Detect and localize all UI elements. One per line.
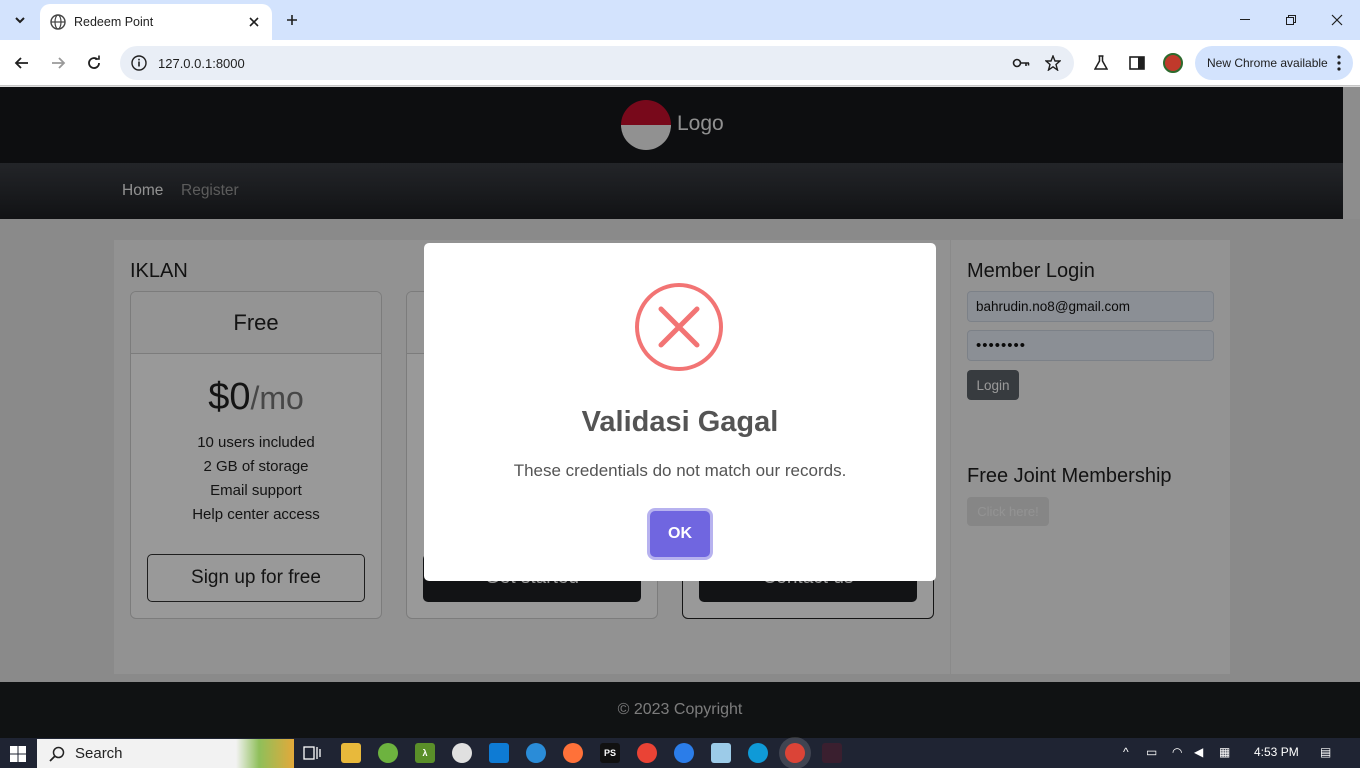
search-icon xyxy=(49,746,65,762)
notepad-icon[interactable] xyxy=(711,743,731,763)
edge-icon[interactable] xyxy=(748,743,768,763)
error-x-icon xyxy=(635,283,723,371)
dialog-title: Validasi Gagal xyxy=(581,406,779,438)
browser-toolbar: 127.0.0.1:8000 xyxy=(0,40,1360,86)
laragon-icon[interactable] xyxy=(822,743,842,763)
kebab-menu-icon[interactable] xyxy=(1337,55,1341,71)
lambda-app-icon[interactable]: λ xyxy=(415,743,435,763)
keyboard-icon[interactable]: ▦ xyxy=(1219,745,1230,759)
battery-icon[interactable]: ▭ xyxy=(1146,745,1157,759)
phpstorm-icon[interactable]: PS xyxy=(600,743,620,763)
windows-start-icon[interactable] xyxy=(10,746,26,762)
restore-icon[interactable] xyxy=(1268,0,1314,40)
labs-flask-icon[interactable] xyxy=(1090,52,1112,74)
notification-icon[interactable]: ▤ xyxy=(1320,745,1331,759)
url-text: 127.0.0.1:8000 xyxy=(158,55,245,71)
taskbar-search-box[interactable]: Search xyxy=(37,739,294,768)
browser-tab[interactable]: Redeem Point xyxy=(40,4,272,40)
tab-strip: Redeem Point xyxy=(0,0,1360,40)
forward-arrow-icon[interactable] xyxy=(44,49,72,77)
site-info-icon[interactable] xyxy=(130,54,148,72)
web-page: Logo Home Register IKLAN Free $0/mo 10 u… xyxy=(0,87,1360,738)
ok-button[interactable]: OK xyxy=(650,511,710,557)
app-icon[interactable] xyxy=(452,743,472,763)
dialog-message: These credentials do not match our recor… xyxy=(513,461,847,480)
side-panel-icon[interactable] xyxy=(1126,52,1148,74)
clock-time[interactable]: 4:53 PM xyxy=(1254,745,1299,759)
windows-taskbar: Search λ PS ^ ▭ ◠ ◀ ▦ 4:53 PM ▤ xyxy=(0,738,1360,768)
search-label: Search xyxy=(75,745,123,762)
search-highlight-image xyxy=(236,739,294,768)
back-arrow-icon[interactable] xyxy=(8,49,36,77)
address-bar[interactable]: 127.0.0.1:8000 xyxy=(120,46,1074,80)
firefox-dev-icon[interactable] xyxy=(526,743,546,763)
firefox-icon[interactable] xyxy=(563,743,583,763)
close-tab-icon[interactable] xyxy=(246,14,262,30)
error-dialog: Validasi Gagal These credentials do not … xyxy=(424,243,936,581)
spring-tool-icon[interactable] xyxy=(378,743,398,763)
task-view-icon[interactable] xyxy=(302,743,322,763)
reload-icon[interactable] xyxy=(80,49,108,77)
close-window-icon[interactable] xyxy=(1314,0,1360,40)
new-tab-plus-icon[interactable] xyxy=(278,6,306,34)
key-icon[interactable] xyxy=(1010,52,1032,74)
wifi-icon[interactable]: ◠ xyxy=(1172,745,1182,759)
new-chrome-available-button[interactable]: New Chrome available xyxy=(1195,46,1353,80)
tab-title: Redeem Point xyxy=(74,15,154,29)
vscode-icon[interactable] xyxy=(489,743,509,763)
tab-search-chevron-icon[interactable] xyxy=(8,8,32,32)
minimize-icon[interactable] xyxy=(1222,0,1268,40)
new-chrome-label: New Chrome available xyxy=(1207,56,1328,70)
chrome-icon[interactable] xyxy=(785,743,805,763)
volume-icon[interactable]: ◀ xyxy=(1194,745,1203,759)
browser-app-icon[interactable] xyxy=(674,743,694,763)
profile-avatar[interactable] xyxy=(1163,53,1183,73)
chrome-canary-icon[interactable] xyxy=(637,743,657,763)
globe-icon xyxy=(50,14,66,30)
tray-chevron-icon[interactable]: ^ xyxy=(1123,745,1129,759)
file-explorer-icon[interactable] xyxy=(341,743,361,763)
bookmark-star-icon[interactable] xyxy=(1042,52,1064,74)
